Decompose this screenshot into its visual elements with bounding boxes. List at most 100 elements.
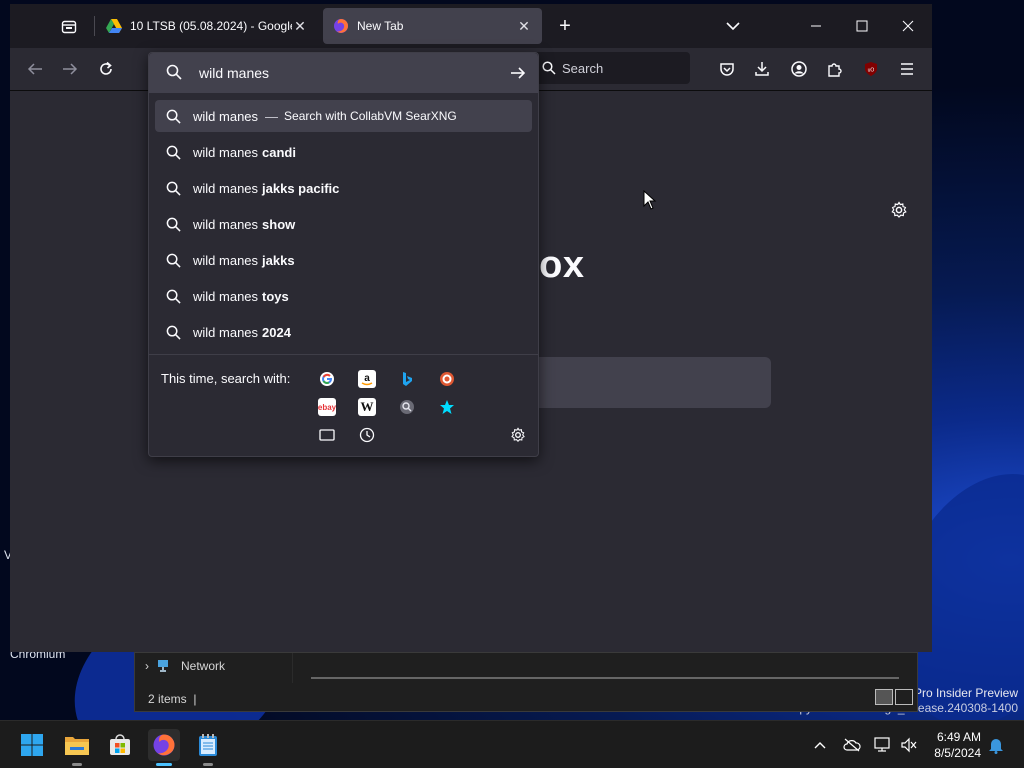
searxng-icon[interactable] bbox=[398, 398, 416, 416]
firefox-logo-icon bbox=[334, 19, 348, 33]
search-icon bbox=[542, 61, 556, 75]
suggestion-row[interactable]: wild manes toys bbox=[155, 280, 532, 312]
suggestion-completion: jakks pacific bbox=[262, 180, 340, 196]
google-drive-icon bbox=[106, 19, 122, 33]
notifications-button[interactable] bbox=[986, 735, 1006, 755]
close-tab-icon[interactable]: ✕ bbox=[516, 18, 532, 35]
details-view-button[interactable] bbox=[875, 689, 893, 705]
suggestion-row[interactable]: wild manes 2024 bbox=[155, 316, 532, 348]
search-icon bbox=[153, 145, 193, 160]
taskbar-store[interactable] bbox=[104, 729, 136, 761]
tabs-icon[interactable] bbox=[318, 426, 336, 444]
close-window-button[interactable] bbox=[898, 16, 918, 36]
search-icon bbox=[153, 325, 193, 340]
new-tab-search-box[interactable] bbox=[510, 357, 771, 408]
taskbar-notepad[interactable] bbox=[192, 729, 224, 761]
ebay-icon[interactable]: ebay bbox=[318, 398, 336, 416]
onedrive-tray-icon[interactable] bbox=[842, 735, 862, 755]
back-button[interactable] bbox=[24, 58, 46, 80]
list-all-tabs-button[interactable] bbox=[723, 16, 743, 36]
arrow-left-icon bbox=[27, 63, 42, 75]
toolbar-search-box[interactable]: Search bbox=[534, 52, 690, 84]
network-icon bbox=[874, 737, 890, 752]
clock-date: 8/5/2024 bbox=[934, 746, 981, 760]
app-menu-button[interactable] bbox=[896, 58, 918, 80]
explorer-view-toggles bbox=[875, 689, 913, 705]
reload-button[interactable] bbox=[95, 58, 117, 80]
suggestion-completion: toys bbox=[262, 288, 289, 304]
bookmarks-icon[interactable] bbox=[438, 398, 456, 416]
extensions-button[interactable] bbox=[824, 58, 846, 80]
close-tab-icon[interactable]: ✕ bbox=[292, 18, 308, 35]
hamburger-menu-icon bbox=[901, 63, 913, 75]
minimize-button[interactable] bbox=[806, 16, 826, 36]
running-indicator bbox=[203, 763, 213, 766]
suggestion-row[interactable]: wild manes show bbox=[155, 208, 532, 240]
explorer-status-bar: 2 items | bbox=[148, 692, 197, 706]
google-icon[interactable] bbox=[318, 370, 336, 388]
pocket-button[interactable] bbox=[716, 58, 738, 80]
explorer-separator bbox=[311, 677, 899, 679]
search-icon bbox=[153, 217, 193, 232]
folder-icon bbox=[65, 737, 89, 755]
suggestion-row[interactable]: wild manes candi bbox=[155, 136, 532, 168]
firefox-window: 10 LTSB (05.08.2024) - Google Dri ✕ New … bbox=[10, 4, 932, 652]
ebay-text: ebay bbox=[317, 402, 337, 412]
new-tab-settings-button[interactable] bbox=[890, 201, 910, 221]
downloads-button[interactable] bbox=[751, 58, 773, 80]
forward-button[interactable] bbox=[59, 58, 81, 80]
suggestion-row[interactable]: wild manes jakks pacific bbox=[155, 172, 532, 204]
tab-new-tab[interactable]: New Tab ✕ bbox=[323, 8, 542, 44]
suggestion-completion: show bbox=[262, 216, 296, 232]
suggestion-row[interactable]: wild manes — Search with CollabVM SearXN… bbox=[155, 100, 532, 132]
speaker-muted-icon bbox=[901, 737, 917, 753]
go-button[interactable] bbox=[498, 65, 538, 81]
suggestion-completion: jakks bbox=[262, 252, 295, 268]
search-settings-button[interactable] bbox=[509, 426, 527, 444]
search-placeholder: Search bbox=[562, 60, 604, 76]
tab-separator bbox=[94, 16, 95, 36]
search-icon bbox=[153, 109, 193, 124]
maximize-button[interactable] bbox=[852, 16, 872, 36]
wikipedia-icon[interactable]: W bbox=[358, 398, 376, 416]
duckduckgo-icon[interactable] bbox=[438, 370, 456, 388]
clock-time: 6:49 AM bbox=[936, 730, 981, 744]
firefox-view-button[interactable] bbox=[58, 16, 80, 38]
running-indicator bbox=[72, 763, 82, 766]
maximize-icon bbox=[856, 20, 868, 32]
file-explorer-window: › Network 2 items | bbox=[134, 652, 918, 712]
tab-google-drive[interactable]: 10 LTSB (05.08.2024) - Google Dri ✕ bbox=[96, 8, 318, 44]
suggestion-text: wild manes bbox=[193, 288, 259, 304]
suggestion-row[interactable]: wild manes jakks bbox=[155, 244, 532, 276]
start-button[interactable] bbox=[16, 729, 48, 761]
bing-icon[interactable] bbox=[398, 370, 416, 388]
close-icon bbox=[902, 20, 914, 32]
suggestion-dash: — bbox=[265, 108, 279, 124]
gear-icon bbox=[891, 201, 907, 218]
taskbar-firefox[interactable] bbox=[148, 729, 180, 761]
explorer-nav-label: Network bbox=[181, 659, 226, 673]
amazon-icon[interactable]: a bbox=[358, 370, 376, 388]
explorer-nav-network[interactable]: › Network bbox=[145, 659, 225, 673]
account-button[interactable] bbox=[788, 58, 810, 80]
pocket-icon bbox=[720, 63, 734, 76]
url-bar[interactable]: wild manes bbox=[149, 53, 538, 93]
search-icon bbox=[153, 181, 193, 196]
chevron-up-icon bbox=[814, 742, 826, 749]
tiles-view-button[interactable] bbox=[895, 689, 913, 705]
suggestion-engine-note: Search with CollabVM SearXNG bbox=[284, 109, 457, 123]
ublock-origin-button[interactable]: uO bbox=[860, 58, 882, 80]
puzzle-icon bbox=[828, 63, 842, 77]
windows-logo-icon bbox=[21, 734, 43, 756]
tab-bar: 10 LTSB (05.08.2024) - Google Dri ✕ New … bbox=[10, 4, 932, 48]
show-hidden-icons-button[interactable] bbox=[810, 735, 830, 755]
ublock-origin-icon: uO bbox=[865, 62, 877, 76]
history-icon[interactable] bbox=[358, 426, 376, 444]
chevron-right-icon[interactable]: › bbox=[145, 659, 149, 673]
volume-tray-icon[interactable] bbox=[899, 735, 919, 755]
network-tray-icon[interactable] bbox=[873, 735, 893, 755]
new-tab-button[interactable]: + bbox=[555, 15, 575, 37]
taskbar-file-explorer[interactable] bbox=[61, 729, 93, 761]
url-input[interactable]: wild manes bbox=[199, 65, 498, 81]
taskbar-clock[interactable]: 6:49 AM 8/5/2024 bbox=[934, 729, 981, 761]
